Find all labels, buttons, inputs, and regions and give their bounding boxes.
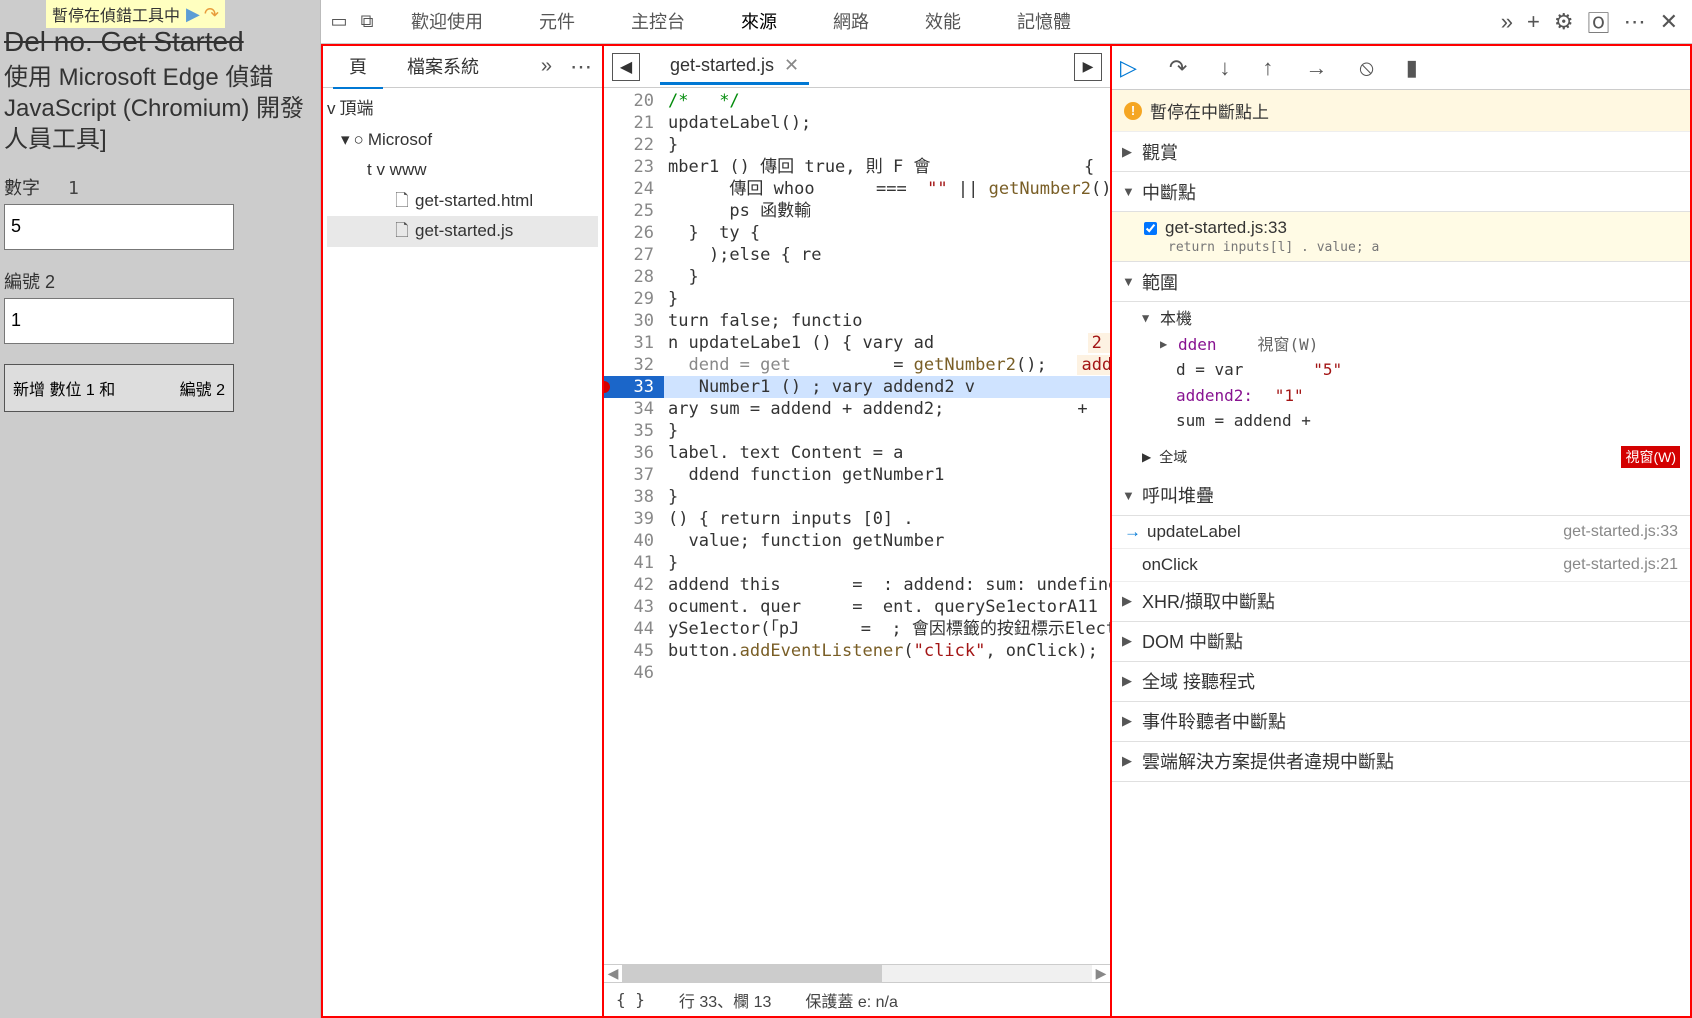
paused-overlay-text: 暫停在偵錯工具中 xyxy=(52,2,180,26)
demo-subtitle: 使用 Microsoft Edge 偵錯 JavaScript (Chromiu… xyxy=(4,62,316,156)
watch-section[interactable]: ▶觀賞 xyxy=(1112,132,1690,172)
editor-hscroll[interactable]: ◀▶ xyxy=(604,964,1110,982)
file-icon: 🗋 xyxy=(393,192,411,210)
callstack-frame[interactable]: → updateLabel get-started.js:33 xyxy=(1112,516,1690,549)
tree-file-js[interactable]: 🗋get-started.js xyxy=(327,216,598,247)
resume-icon[interactable]: ▶ xyxy=(186,4,200,25)
callstack-section[interactable]: ▼呼叫堆疊 xyxy=(1112,476,1690,516)
breakpoint-checkbox[interactable] xyxy=(1144,222,1157,235)
tree-domain[interactable]: ▾○Microsof xyxy=(327,125,598,156)
warning-icon: ! xyxy=(1124,102,1142,120)
nav-tab-page[interactable]: 頁 xyxy=(333,45,383,89)
devtools-tab[interactable]: 網路 xyxy=(825,0,877,46)
devtools-tab[interactable]: 元件 xyxy=(531,0,583,46)
tree-file-html[interactable]: 🗋get-started.html xyxy=(327,186,598,217)
resume-button-icon[interactable]: ▷ xyxy=(1120,55,1137,81)
dom-section[interactable]: ▶DOM 中斷點 xyxy=(1112,622,1690,662)
demo-page-pane: 暫停在偵錯工具中 ▶ ↷ Del no. Get Started 使用 Micr… xyxy=(0,0,320,1018)
close-devtools-icon[interactable]: ✕ xyxy=(1660,9,1678,35)
more-tabs-icon[interactable]: » xyxy=(1501,9,1513,35)
editor-file-tab[interactable]: get-started.js ✕ xyxy=(660,49,809,85)
breakpoints-section[interactable]: ▼中斷點 xyxy=(1112,172,1690,212)
inspect-icon[interactable]: ▭ xyxy=(327,10,351,34)
nav-tab-filesystem[interactable]: 檔案系統 xyxy=(391,45,495,89)
field1-label: 數字1 xyxy=(4,178,79,198)
deactivate-breakpoints-icon[interactable]: ⦸ xyxy=(1359,55,1373,81)
nav-menu-icon[interactable]: ⋯ xyxy=(570,54,592,80)
hide-navigator-icon[interactable]: ◀ xyxy=(612,53,640,81)
global-listeners-section[interactable]: ▶全域 接聽程式 xyxy=(1112,662,1690,702)
debugger-toolbar: ▷ ↷ ↓ ↑ → ⦸ ▮ xyxy=(1112,46,1690,90)
demo-title: Del no. Get Started xyxy=(4,26,316,58)
scope-section[interactable]: ▼範圍 xyxy=(1112,262,1690,302)
breakpoint-item[interactable]: get-started.js:33 return inputs[l] . val… xyxy=(1112,212,1690,262)
devtools-tab[interactable]: 效能 xyxy=(917,0,969,46)
scope-local: ▼本機 ▶dden 視窗(W) d = var "5" addend2: "1"… xyxy=(1112,302,1690,442)
step-into-button-icon[interactable]: ↓ xyxy=(1219,55,1230,81)
devtools: ▭ ⧉ 歡迎使用元件主控台來源網路效能記憶體 » + ⚙ 🄾 ⋯ ✕ 頁 檔案系… xyxy=(320,0,1692,1018)
step-over-button-icon[interactable]: ↷ xyxy=(1169,55,1187,81)
csp-section[interactable]: ▶雲端解決方案提供者違規中斷點 xyxy=(1112,742,1690,782)
add-tab-icon[interactable]: + xyxy=(1527,9,1540,35)
settings-icon[interactable]: ⚙ xyxy=(1554,9,1574,35)
pretty-print-icon[interactable]: { } xyxy=(616,990,645,1009)
callstack-frame[interactable]: onClick get-started.js:21 xyxy=(1112,549,1690,582)
cursor-position: 行 33、欄 13 xyxy=(679,988,772,1012)
devtools-tab[interactable]: 記憶體 xyxy=(1009,0,1079,46)
file-tree: v頂端 ▾○Microsof t v www 🗋get-started.html… xyxy=(323,88,602,253)
devtools-toolbar: ▭ ⧉ 歡迎使用元件主控台來源網路效能記憶體 » + ⚙ 🄾 ⋯ ✕ xyxy=(321,0,1692,44)
current-frame-icon: → xyxy=(1124,522,1141,542)
scope-global[interactable]: ▶全域 視窗(W) xyxy=(1112,442,1690,476)
paused-overlay: 暫停在偵錯工具中 ▶ ↷ xyxy=(46,0,225,28)
coverage-status: 保護蓋 e: n/a xyxy=(805,988,897,1012)
devtools-tab[interactable]: 歡迎使用 xyxy=(403,0,491,46)
close-tab-icon[interactable]: ✕ xyxy=(784,55,799,76)
editor-code[interactable]: /* */updateLabel();}mber1 () 傳回 true, 則 … xyxy=(664,88,1110,964)
number2-input[interactable] xyxy=(4,298,234,344)
devtools-tab[interactable]: 來源 xyxy=(733,0,785,46)
debugger-panel: ▷ ↷ ↓ ↑ → ⦸ ▮ ! 暫停在中斷點上 ▶觀賞 ▼中斷點 get-sta… xyxy=(1112,46,1690,1016)
navigator-panel: 頁 檔案系統 » ⋯ v頂端 ▾○Microsof t v www 🗋get-s… xyxy=(323,46,604,1016)
step-over-icon[interactable]: ↷ xyxy=(204,4,219,25)
hide-debugger-icon[interactable]: ▶ xyxy=(1074,53,1102,81)
tree-top[interactable]: v頂端 xyxy=(327,94,598,125)
xhr-section[interactable]: ▶XHR/擷取中斷點 xyxy=(1112,582,1690,622)
editor-status: { } 行 33、欄 13 保護蓋 e: n/a xyxy=(604,982,1110,1016)
pause-exceptions-icon[interactable]: ▮ xyxy=(1406,55,1418,81)
menu-icon[interactable]: ⋯ xyxy=(1624,9,1646,35)
step-button-icon[interactable]: → xyxy=(1305,55,1327,81)
step-out-button-icon[interactable]: ↑ xyxy=(1262,55,1273,81)
add-button[interactable]: 新增 數位 1 和 編號 2 xyxy=(4,364,234,412)
number1-input[interactable] xyxy=(4,204,234,250)
paused-banner: ! 暫停在中斷點上 xyxy=(1112,90,1690,132)
field2-label: 編號 2 xyxy=(4,272,55,292)
devtools-tab[interactable]: 主控台 xyxy=(623,0,693,46)
editor-panel: ◀ get-started.js ✕ ▶ 2021222324252627282… xyxy=(604,46,1112,1016)
tree-path[interactable]: t v www xyxy=(327,155,598,186)
issues-icon[interactable]: 🄾 xyxy=(1588,6,1610,38)
device-toggle-icon[interactable]: ⧉ xyxy=(355,10,379,34)
editor-gutter[interactable]: 2021222324252627282930313233343536373839… xyxy=(604,88,664,964)
nav-more-icon[interactable]: » xyxy=(541,55,552,78)
file-icon: 🗋 xyxy=(393,223,411,241)
event-listener-section[interactable]: ▶事件聆聽者中斷點 xyxy=(1112,702,1690,742)
